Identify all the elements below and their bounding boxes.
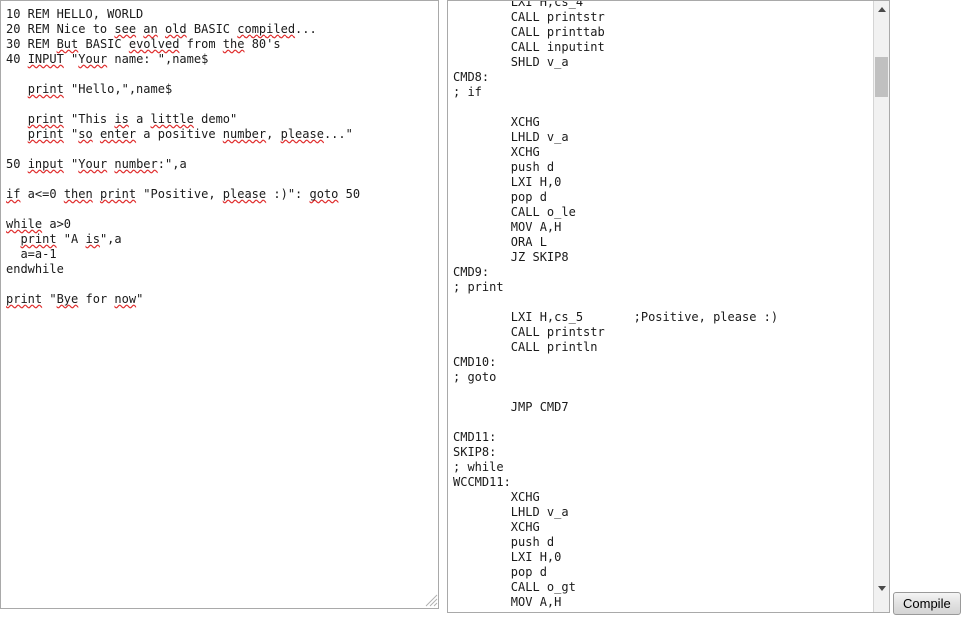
compiler-app: 10 REM HELLO, WORLD 20 REM Nice to see a… [0,0,976,631]
basic-source-textarea[interactable]: 10 REM HELLO, WORLD 20 REM Nice to see a… [0,0,439,609]
output-vertical-scrollbar[interactable] [873,1,889,612]
scrollbar-thumb[interactable] [875,57,888,97]
compile-button[interactable]: Compile [893,592,961,615]
scroll-up-button[interactable] [874,1,889,17]
assembly-output-content[interactable]: LXI H,cs_4 CALL printstr CALL printtab C… [453,1,863,612]
source-resize-grip[interactable] [425,594,438,607]
triangle-down-icon [877,585,886,591]
scroll-down-button[interactable] [874,580,889,596]
basic-source-content[interactable]: 10 REM HELLO, WORLD 20 REM Nice to see a… [6,7,431,307]
assembly-output-textarea[interactable]: LXI H,cs_4 CALL printstr CALL printtab C… [447,0,890,613]
triangle-up-icon [877,6,886,12]
assembly-output-viewport: LXI H,cs_4 CALL printstr CALL printtab C… [448,1,872,612]
